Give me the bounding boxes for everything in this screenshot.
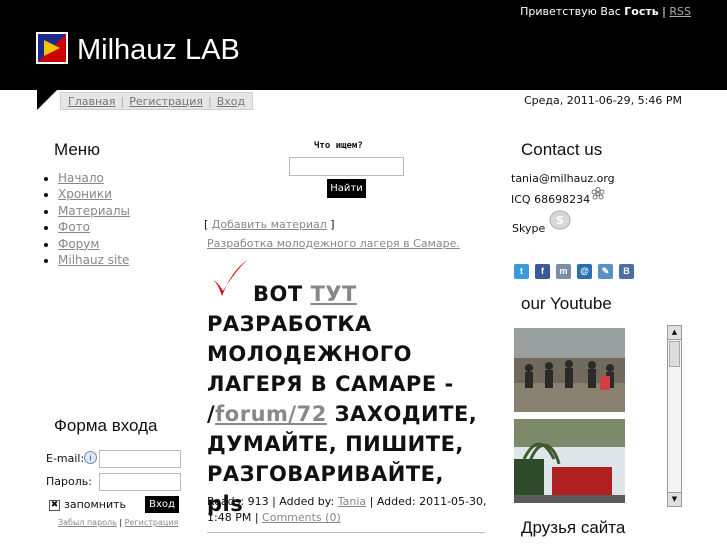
main-menu: Начало Хроники Материалы Фото Форум Milh… xyxy=(44,170,130,268)
nav-register-link[interactable]: Регистрация xyxy=(124,95,208,108)
nav-corner xyxy=(37,90,57,110)
social-icons: t f m @ ✎ В xyxy=(514,264,634,279)
scroll-down-arrow-icon[interactable]: ▼ xyxy=(668,492,681,506)
myspace-icon[interactable]: m xyxy=(556,264,571,279)
register-link[interactable]: Регистрация xyxy=(125,518,179,527)
here-link[interactable]: ТУТ xyxy=(311,282,357,306)
article-title-link[interactable]: Разработка молодежного лагеря в Самаре. xyxy=(207,237,460,250)
vkontakte-icon[interactable]: В xyxy=(619,264,634,279)
add-material: [ Добавить материал ] xyxy=(204,218,335,231)
article-meta: Reads: 913 | Added by: Tania | Added: 20… xyxy=(207,494,487,526)
search-button[interactable]: Найти xyxy=(327,179,366,198)
password-label: Пароль: xyxy=(46,475,92,488)
livejournal-icon[interactable]: ✎ xyxy=(598,264,613,279)
forum-link[interactable]: forum/72 xyxy=(215,402,327,426)
bracket-open: [ xyxy=(204,218,209,231)
contact-email: tania@milhauz.org xyxy=(511,172,615,185)
menu-item: Фото xyxy=(58,219,130,235)
comments-link[interactable]: Comments (0) xyxy=(262,511,341,524)
menu-item: Начало xyxy=(58,170,130,186)
meta-reads: Reads: 913 | Added by: xyxy=(207,495,335,508)
body-text-prefix: ВОТ xyxy=(253,282,303,306)
scroll-up-arrow-icon[interactable]: ▲ xyxy=(668,326,681,340)
facebook-icon[interactable]: f xyxy=(535,264,550,279)
add-material-link[interactable]: Добавить материал xyxy=(212,218,327,231)
login-button[interactable]: Вход xyxy=(145,496,179,513)
menu-item: Хроники xyxy=(58,186,130,202)
menu-link-forum[interactable]: Форум xyxy=(58,237,99,251)
email-label: E-mail: xyxy=(46,452,85,465)
top-nav: Главная | Регистрация | Вход xyxy=(60,92,254,110)
menu-item: Форум xyxy=(58,236,130,252)
openid-icon[interactable]: i xyxy=(84,451,97,464)
remember-checkbox[interactable]: ✖ xyxy=(49,500,60,511)
twitter-icon[interactable]: t xyxy=(514,264,529,279)
login-form-title: Форма входа xyxy=(54,416,158,435)
email-field[interactable] xyxy=(99,450,181,468)
menu-item: Материалы xyxy=(58,203,130,219)
menu-link-chronicles[interactable]: Хроники xyxy=(58,187,112,201)
login-links-separator: | xyxy=(119,518,123,527)
user-name: Гость xyxy=(624,5,659,18)
nav-home-link[interactable]: Главная xyxy=(63,95,121,108)
friends-title: Друзья сайта xyxy=(521,518,626,537)
remember-label: запомнить xyxy=(64,498,127,511)
contact-icq: ICQ 68698234 xyxy=(511,193,591,206)
rss-link[interactable]: RSS xyxy=(669,5,691,18)
video-thumbnail[interactable] xyxy=(514,328,625,412)
current-datetime: Среда, 2011-06-29, 5:46 PM xyxy=(523,94,682,107)
scroll-thumb[interactable] xyxy=(669,341,680,367)
svg-text:S: S xyxy=(556,214,564,227)
password-field[interactable] xyxy=(99,473,181,491)
greeting-text: Приветствую Вас xyxy=(520,5,621,18)
video-scrollbar[interactable]: ▲ ▼ xyxy=(667,325,682,507)
search-label: Что ищем? xyxy=(314,141,363,151)
divider xyxy=(207,532,485,533)
menu-title: Меню xyxy=(54,140,100,159)
login-links: Забыл пароль | Регистрация xyxy=(58,518,178,527)
site-name[interactable]: Milhauz LAB xyxy=(77,34,240,67)
contact-title: Contact us xyxy=(521,140,603,159)
user-greeting: Приветствую Вас Гость | RSS xyxy=(520,5,691,18)
icq-flower-icon[interactable] xyxy=(591,187,605,201)
contact-skype: Skype xyxy=(512,222,546,235)
author-link[interactable]: Tania xyxy=(338,495,366,508)
bracket-close: ] xyxy=(330,218,335,231)
skype-icon[interactable]: S xyxy=(549,210,571,230)
nav-login-link[interactable]: Вход xyxy=(212,95,250,108)
svg-text:i: i xyxy=(89,454,91,463)
menu-link-photo[interactable]: Фото xyxy=(58,220,90,234)
menu-item: Milhauz site xyxy=(58,252,130,268)
search-input[interactable] xyxy=(289,157,404,176)
greeting-separator: | xyxy=(662,5,666,18)
video-thumbnail[interactable] xyxy=(514,419,625,503)
youtube-title: our Youtube xyxy=(521,294,612,313)
menu-link-milhauz-site[interactable]: Milhauz site xyxy=(58,253,129,267)
menu-link-start[interactable]: Начало xyxy=(58,171,104,185)
mail-icon[interactable]: @ xyxy=(577,264,592,279)
menu-link-materials[interactable]: Материалы xyxy=(58,204,130,218)
site-logo-icon[interactable] xyxy=(36,32,68,64)
article-body: ВОТ ТУТ РАЗРАБОТКА МОЛОДЕЖНОГО ЛАГЕРЯ В … xyxy=(207,279,487,519)
forgot-password-link[interactable]: Забыл пароль xyxy=(58,518,117,527)
